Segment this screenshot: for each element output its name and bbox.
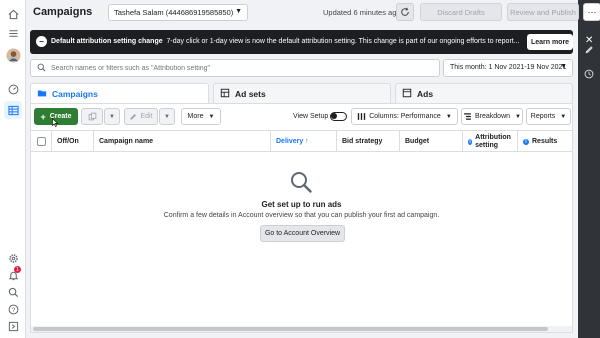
column-attribution-setting[interactable]: i Attribution setting <box>463 131 518 152</box>
folder-icon <box>37 88 47 100</box>
chevron-down-icon: ▼ <box>164 113 170 120</box>
empty-state-text: Confirm a few details in Account overvie… <box>163 212 440 219</box>
account-overview-button[interactable]: Go to Account Overview <box>260 225 345 242</box>
info-icon: i <box>468 138 473 145</box>
avatar[interactable] <box>4 46 22 64</box>
column-label: Results <box>532 138 558 145</box>
review-publish-button[interactable]: Review and Publish <box>507 3 579 21</box>
toggle-knob <box>331 113 337 119</box>
column-campaign-name[interactable]: Campaign name <box>94 131 271 152</box>
breakdown-icon <box>464 113 471 120</box>
chevron-down-icon: ▼ <box>109 113 115 120</box>
help-icon[interactable]: ? <box>4 300 22 318</box>
gauge-icon[interactable] <box>4 80 22 98</box>
page-title: Campaigns <box>33 6 93 18</box>
menu-icon[interactable] <box>4 24 22 42</box>
chevron-down-icon: ▼ <box>560 113 567 120</box>
chevron-down-icon: ▼ <box>445 113 452 120</box>
pencil-icon <box>130 113 137 120</box>
column-bid-strategy[interactable]: Bid strategy <box>337 131 400 152</box>
alert-icon: − <box>36 36 47 47</box>
chevron-down-icon: ▼ <box>235 8 242 15</box>
search-icon <box>37 63 46 74</box>
edit-dropdown[interactable]: ▼ <box>159 108 175 125</box>
notification-badge: 1 <box>14 266 21 273</box>
duplicate-icon <box>88 112 96 121</box>
table-header: Off/On Campaign name Delivery ↑ Bid stra… <box>31 130 572 152</box>
campaigns-panel: + Create ▼ Edit ▼ More ▼ View Setup Colu… <box>30 103 573 333</box>
tab-label: Ad sets <box>235 88 266 99</box>
banner-bold: Default attribution setting change <box>51 38 163 45</box>
columns-button[interactable]: Columns: Performance ▼ <box>351 108 458 125</box>
svg-text:?: ? <box>11 306 15 313</box>
columns-label: Columns: Performance <box>369 113 441 120</box>
scrollbar-thumb[interactable] <box>33 327 548 331</box>
date-range-picker[interactable]: This month: 1 Nov 2021-19 Nov 2021 ▼ <box>443 59 573 77</box>
discard-drafts-button[interactable]: Discard Drafts <box>420 3 502 21</box>
notifications-icon[interactable]: 1 <box>4 266 22 284</box>
breakdown-label: Breakdown <box>475 113 511 120</box>
columns-icon <box>358 113 366 120</box>
view-setup-toggle[interactable] <box>330 112 347 121</box>
breakdown-button[interactable]: Breakdown ▼ <box>461 108 523 125</box>
search-bar <box>30 59 440 77</box>
more-button[interactable]: More ▼ <box>181 108 221 125</box>
account-select[interactable]: Tashefa Salam (444686919585850) ▼ <box>108 4 248 21</box>
right-toolbar <box>578 0 600 338</box>
horizontal-scrollbar[interactable] <box>31 326 572 332</box>
search-input[interactable] <box>51 62 431 74</box>
column-results[interactable]: i Results <box>518 131 572 152</box>
tab-ad-sets[interactable]: Ad sets <box>213 83 391 103</box>
tab-label: Campaigns <box>52 88 98 99</box>
duplicate-button[interactable] <box>81 108 103 125</box>
refresh-button[interactable] <box>396 3 414 21</box>
tab-ads[interactable]: Ads <box>395 83 573 103</box>
refresh-icon <box>401 7 409 16</box>
reports-icon[interactable] <box>4 317 22 335</box>
date-range-label: This month: 1 Nov 2021-19 Nov 2021 <box>450 64 567 71</box>
tab-label: Ads <box>417 88 434 99</box>
clock-icon[interactable] <box>583 68 595 80</box>
ad-sets-icon <box>220 88 230 100</box>
cursor-icon <box>52 118 58 127</box>
empty-state-title: Get set up to run ads <box>261 200 342 209</box>
view-setup-label: View Setup <box>293 113 329 120</box>
chevron-down-icon: ▼ <box>515 113 521 120</box>
column-delivery[interactable]: Delivery ↑ <box>271 131 337 152</box>
duplicate-dropdown[interactable]: ▼ <box>104 108 120 125</box>
plus-icon: + <box>40 111 46 122</box>
banner-text: Default attribution setting change 7-day… <box>51 38 520 45</box>
grid-icon[interactable] <box>4 101 22 119</box>
column-budget[interactable]: Budget <box>400 131 463 152</box>
settings-icon[interactable] <box>4 249 22 267</box>
reports-button[interactable]: Reports ▼ <box>526 108 571 125</box>
learn-more-button[interactable]: Learn more <box>527 34 573 50</box>
chevron-down-icon: ▼ <box>208 113 215 120</box>
tab-campaigns[interactable]: Campaigns <box>30 83 209 103</box>
checkbox[interactable] <box>36 137 46 146</box>
reports-label: Reports <box>530 113 556 120</box>
account-select-label: Tashefa Salam (444686919585850) <box>114 8 234 17</box>
column-label: Attribution setting <box>475 133 511 149</box>
magnifier-icon <box>289 170 313 196</box>
attribution-banner: − Default attribution setting change 7-d… <box>30 30 593 54</box>
more-label: More <box>187 113 204 120</box>
home-icon[interactable] <box>4 5 22 23</box>
info-icon: i <box>523 138 529 145</box>
edit-label: Edit <box>140 113 153 120</box>
more-options-button[interactable]: ⋯ <box>583 3 600 21</box>
edit-button[interactable]: Edit <box>124 108 158 125</box>
search-icon[interactable] <box>4 283 22 301</box>
top-bar: Campaigns Tashefa Salam (444686919585850… <box>26 0 600 26</box>
banner-body: 7-day click or 1-day view is now the def… <box>166 38 520 45</box>
column-off-on[interactable]: Off/On <box>52 131 94 152</box>
chevron-down-icon: ▼ <box>560 63 567 70</box>
select-all-checkbox[interactable] <box>31 131 52 152</box>
close-icon[interactable]: ✕ <box>585 35 593 46</box>
left-nav: 1 ? <box>0 0 26 338</box>
updated-status: Updated 6 minutes ago <box>323 8 401 17</box>
ads-icon <box>402 88 412 100</box>
